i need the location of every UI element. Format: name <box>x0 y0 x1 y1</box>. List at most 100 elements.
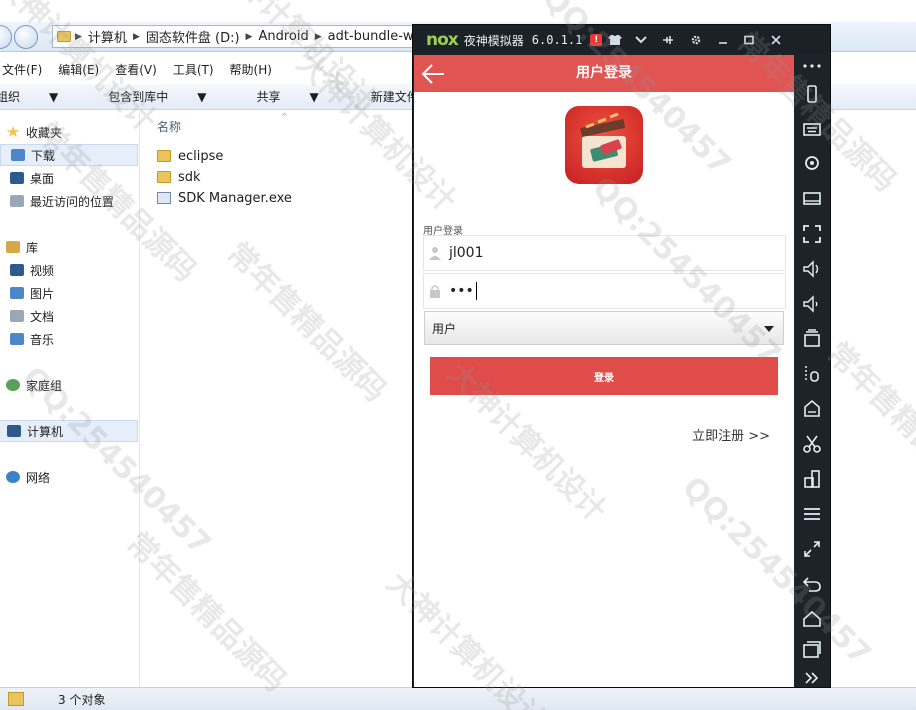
nav-documents[interactable]: 文档 <box>0 305 138 327</box>
emulator-title-bar: nox 夜神模拟器 6.0.1.1 ! <box>413 25 830 55</box>
nav-desktop[interactable]: 桌面 <box>0 167 138 189</box>
maximize-icon[interactable] <box>740 31 758 49</box>
file-row-sdk[interactable]: sdk <box>157 167 201 187</box>
menu-help[interactable]: 帮助(H) <box>222 61 280 78</box>
column-header-name[interactable]: 名称 <box>157 118 181 135</box>
nav-label: 家庭组 <box>26 378 63 393</box>
minimize-icon[interactable] <box>714 31 732 49</box>
nav-recent[interactable]: 最近访问的位置 <box>0 190 138 212</box>
nav-label: 库 <box>26 240 39 255</box>
nav-label: 计算机 <box>27 424 64 439</box>
more-arrow-icon[interactable] <box>801 667 823 689</box>
menu-edit[interactable]: 编辑(E) <box>50 61 107 78</box>
app-title: 用户登录 <box>576 65 632 81</box>
download-folder-icon <box>11 149 25 161</box>
file-name: sdk <box>178 169 201 185</box>
nav-downloads[interactable]: 下载 <box>0 144 138 166</box>
nav-pictures[interactable]: 图片 <box>0 282 138 304</box>
username-field[interactable]: jl001 <box>423 235 786 271</box>
nav-music[interactable]: 音乐 <box>0 328 138 350</box>
network-icon <box>6 471 20 483</box>
close-icon[interactable] <box>767 31 785 49</box>
clapperboard-icon <box>580 112 626 168</box>
file-name: eclipse <box>178 148 224 164</box>
chevron-right-icon: ▶ <box>75 31 82 42</box>
keyboard-icon[interactable] <box>801 118 823 140</box>
back-arrow-icon[interactable] <box>420 61 446 87</box>
user-icon <box>429 247 441 260</box>
gear-icon[interactable] <box>687 31 705 49</box>
recent-apps-icon[interactable] <box>801 638 823 660</box>
more-icon[interactable] <box>801 55 823 77</box>
folder-icon <box>157 171 171 183</box>
scissors-icon[interactable] <box>801 433 823 455</box>
menu-view[interactable]: 查看(V) <box>107 61 165 78</box>
menu-file[interactable]: 文件(F) <box>0 61 50 78</box>
password-value: ••• <box>449 283 474 299</box>
screen-icon[interactable] <box>801 188 823 210</box>
library-icon <box>6 241 20 253</box>
address-bar[interactable]: ▶ 计算机 ▶ 固态软件盘 (D:) ▶ Android ▶ adt-bundl… <box>52 25 422 48</box>
nav-homegroup[interactable]: 家庭组 <box>0 374 134 396</box>
nav-libraries[interactable]: 库 <box>0 236 134 258</box>
location-icon[interactable] <box>801 153 823 175</box>
password-field[interactable]: ••• <box>423 273 786 309</box>
apk-icon[interactable] <box>801 398 823 420</box>
file-row-sdk-manager[interactable]: SDK Manager.exe <box>157 188 292 208</box>
volume-down-icon[interactable] <box>801 293 823 315</box>
menu-icon[interactable] <box>801 503 823 525</box>
back-icon[interactable] <box>801 573 823 595</box>
nox-logo: nox <box>426 30 459 50</box>
chevron-down-icon: ▼ <box>49 90 59 104</box>
computer-icon <box>7 425 21 437</box>
folder-icon <box>157 150 171 162</box>
fullscreen-icon[interactable] <box>801 223 823 245</box>
menu-tools[interactable]: 工具(T) <box>165 61 222 78</box>
update-badge-icon[interactable]: ! <box>590 34 603 46</box>
volume-up-icon[interactable] <box>801 258 823 280</box>
forward-nav-button[interactable] <box>14 25 38 49</box>
app-logo <box>565 106 643 184</box>
nav-label: 最近访问的位置 <box>30 194 115 209</box>
chevron-down-icon[interactable] <box>632 31 650 49</box>
document-icon <box>10 310 24 322</box>
picture-icon <box>10 287 24 299</box>
breadcrumb-drive[interactable]: 固态软件盘 (D:) <box>140 27 246 46</box>
folder-icon <box>57 31 71 42</box>
role-select[interactable]: 用户 <box>424 311 784 345</box>
nav-videos[interactable]: 视频 <box>0 259 138 281</box>
login-button[interactable]: 登录 <box>430 357 778 395</box>
macro-icon[interactable] <box>801 363 823 385</box>
back-nav-button[interactable] <box>0 25 12 49</box>
nav-label: 网络 <box>26 470 51 485</box>
breadcrumb-android[interactable]: Android <box>252 29 314 44</box>
star-icon <box>6 126 20 137</box>
organize-button[interactable]: 组织 ▼ <box>0 88 84 105</box>
chevron-right-icon: ▶ <box>132 31 140 42</box>
dropdown-arrow-icon <box>764 326 774 332</box>
home-icon[interactable] <box>801 608 823 630</box>
exe-icon <box>157 192 171 204</box>
status-text: 3 个对象 <box>58 692 106 707</box>
multi-instance-icon[interactable] <box>801 468 823 490</box>
phone-rotate-icon[interactable] <box>801 83 823 105</box>
file-row-eclipse[interactable]: eclipse <box>157 146 223 166</box>
nav-favorites[interactable]: 收藏夹 <box>0 121 134 143</box>
breadcrumb-adt[interactable]: adt-bundle-w <box>322 29 420 44</box>
shake-icon[interactable] <box>801 328 823 350</box>
breadcrumb-computer[interactable]: 计算机 <box>82 27 133 46</box>
register-link[interactable]: 立即注册 >> <box>692 425 770 444</box>
file-list: ^ 名称 eclipse sdk SDK Manager.exe <box>141 112 416 687</box>
nav-computer[interactable]: 计算机 <box>0 420 138 442</box>
nav-network[interactable]: 网络 <box>0 466 134 488</box>
nav-label: 文档 <box>30 309 55 324</box>
nav-label: 收藏夹 <box>26 125 63 140</box>
share-button[interactable]: 共享 ▼ <box>257 88 345 105</box>
include-in-library-button[interactable]: 包含到库中 ▼ <box>108 88 232 105</box>
skin-icon[interactable] <box>606 31 624 49</box>
expand-icon[interactable] <box>801 538 823 560</box>
pin-icon[interactable] <box>659 31 677 49</box>
emulator-version: 6.0.1.1 <box>531 33 583 47</box>
file-name: SDK Manager.exe <box>178 190 292 206</box>
screen-root: ▶ 计算机 ▶ 固态软件盘 (D:) ▶ Android ▶ adt-bundl… <box>0 0 916 710</box>
